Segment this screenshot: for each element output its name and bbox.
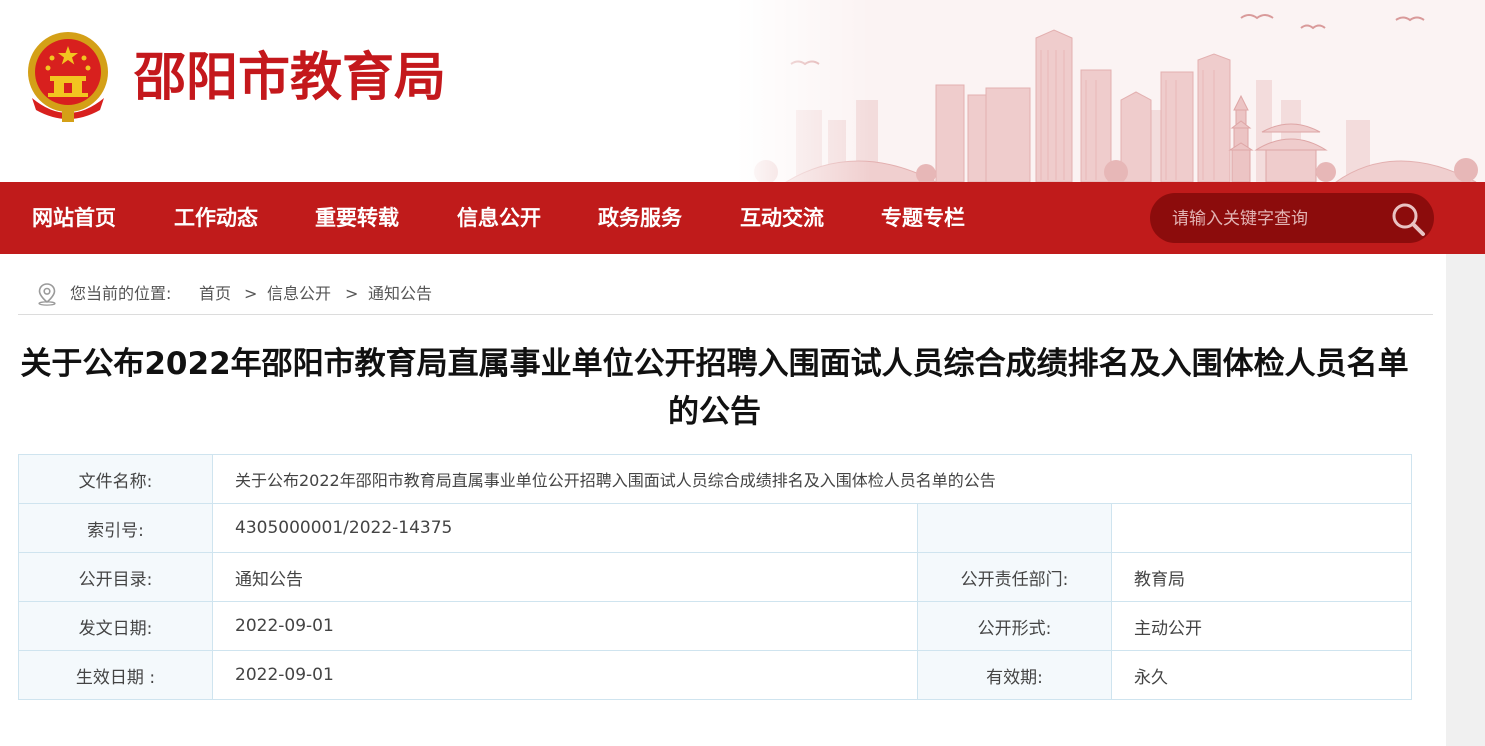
empty-cell — [917, 503, 1112, 553]
issue-date-value: 2022-09-01 — [212, 601, 918, 651]
effective-date-value: 2022-09-01 — [212, 650, 918, 700]
file-name-value: 关于公布2022年邵阳市教育局直属事业单位公开招聘入围面试人员综合成绩排名及入围… — [211, 454, 1413, 504]
site-header: 邵阳市教育局 — [0, 0, 1485, 182]
dept-value: 教育局 — [1110, 552, 1413, 602]
article-title-line2: 的公告 — [668, 394, 761, 430]
table-row: 公开目录: 通知公告 公开责任部门: 教育局 — [18, 552, 1413, 602]
divider — [18, 314, 1433, 315]
breadcrumb-label: 您当前的位置: — [70, 284, 172, 303]
breadcrumb-separator: > — [345, 284, 359, 303]
effective-date-label: 生效日期 : — [18, 650, 213, 700]
search-icon[interactable] — [1388, 199, 1428, 239]
table-row: 生效日期 : 2022-09-01 有效期: 永久 — [18, 650, 1413, 700]
file-name-label: 文件名称: — [18, 454, 213, 504]
index-label: 索引号: — [18, 503, 213, 553]
validity-label: 有效期: — [917, 650, 1112, 700]
nav-item-interaction[interactable]: 互动交流 — [740, 182, 824, 254]
publish-form-value: 主动公开 — [1110, 601, 1413, 651]
validity-value: 永久 — [1110, 650, 1413, 700]
location-pin-icon — [38, 283, 56, 306]
main-content: 您当前的位置: 首页 > 信息公开 > 通知公告 关于公布2022年邵阳市教育局… — [0, 254, 1446, 746]
dept-label: 公开责任部门: — [917, 552, 1112, 602]
national-emblem-icon — [28, 32, 108, 122]
breadcrumb-info-public[interactable]: 信息公开 — [267, 282, 331, 306]
document-meta-table: 文件名称: 关于公布2022年邵阳市教育局直属事业单位公开招聘入围面试人员综合成… — [18, 454, 1413, 700]
catalog-value: 通知公告 — [212, 552, 918, 602]
nav-item-work-news[interactable]: 工作动态 — [174, 182, 258, 254]
catalog-label: 公开目录: — [18, 552, 213, 602]
site-title: 邵阳市教育局 — [134, 48, 447, 108]
article-title-line1: 关于公布2022年邵阳市教育局直属事业单位公开招聘入围面试人员综合成绩排名及入围… — [20, 346, 1409, 382]
search-input[interactable] — [1170, 193, 1384, 245]
scroll-gutter — [1446, 254, 1485, 746]
nav-item-home[interactable]: 网站首页 — [32, 182, 116, 254]
nav-item-info-public[interactable]: 信息公开 — [457, 182, 541, 254]
publish-form-label: 公开形式: — [917, 601, 1112, 651]
nav-item-gov-service[interactable]: 政务服务 — [598, 182, 682, 254]
empty-cell — [1110, 503, 1413, 553]
table-row: 发文日期: 2022-09-01 公开形式: 主动公开 — [18, 601, 1413, 651]
breadcrumb-notice[interactable]: 通知公告 — [368, 282, 432, 306]
nav-item-reprints[interactable]: 重要转载 — [315, 182, 399, 254]
table-row: 索引号: 4305000001/2022-14375 — [18, 503, 1413, 553]
table-row: 文件名称: 关于公布2022年邵阳市教育局直属事业单位公开招聘入围面试人员综合成… — [18, 454, 1413, 504]
issue-date-label: 发文日期: — [18, 601, 213, 651]
article-title: 关于公布2022年邵阳市教育局直属事业单位公开招聘入围面试人员综合成绩排名及入围… — [18, 340, 1411, 436]
nav-item-special[interactable]: 专题专栏 — [881, 182, 965, 254]
city-skyline-illustration — [736, 0, 1485, 182]
breadcrumb-home[interactable]: 首页 — [199, 282, 231, 306]
index-value: 4305000001/2022-14375 — [212, 503, 918, 553]
breadcrumb-separator: > — [244, 284, 258, 303]
